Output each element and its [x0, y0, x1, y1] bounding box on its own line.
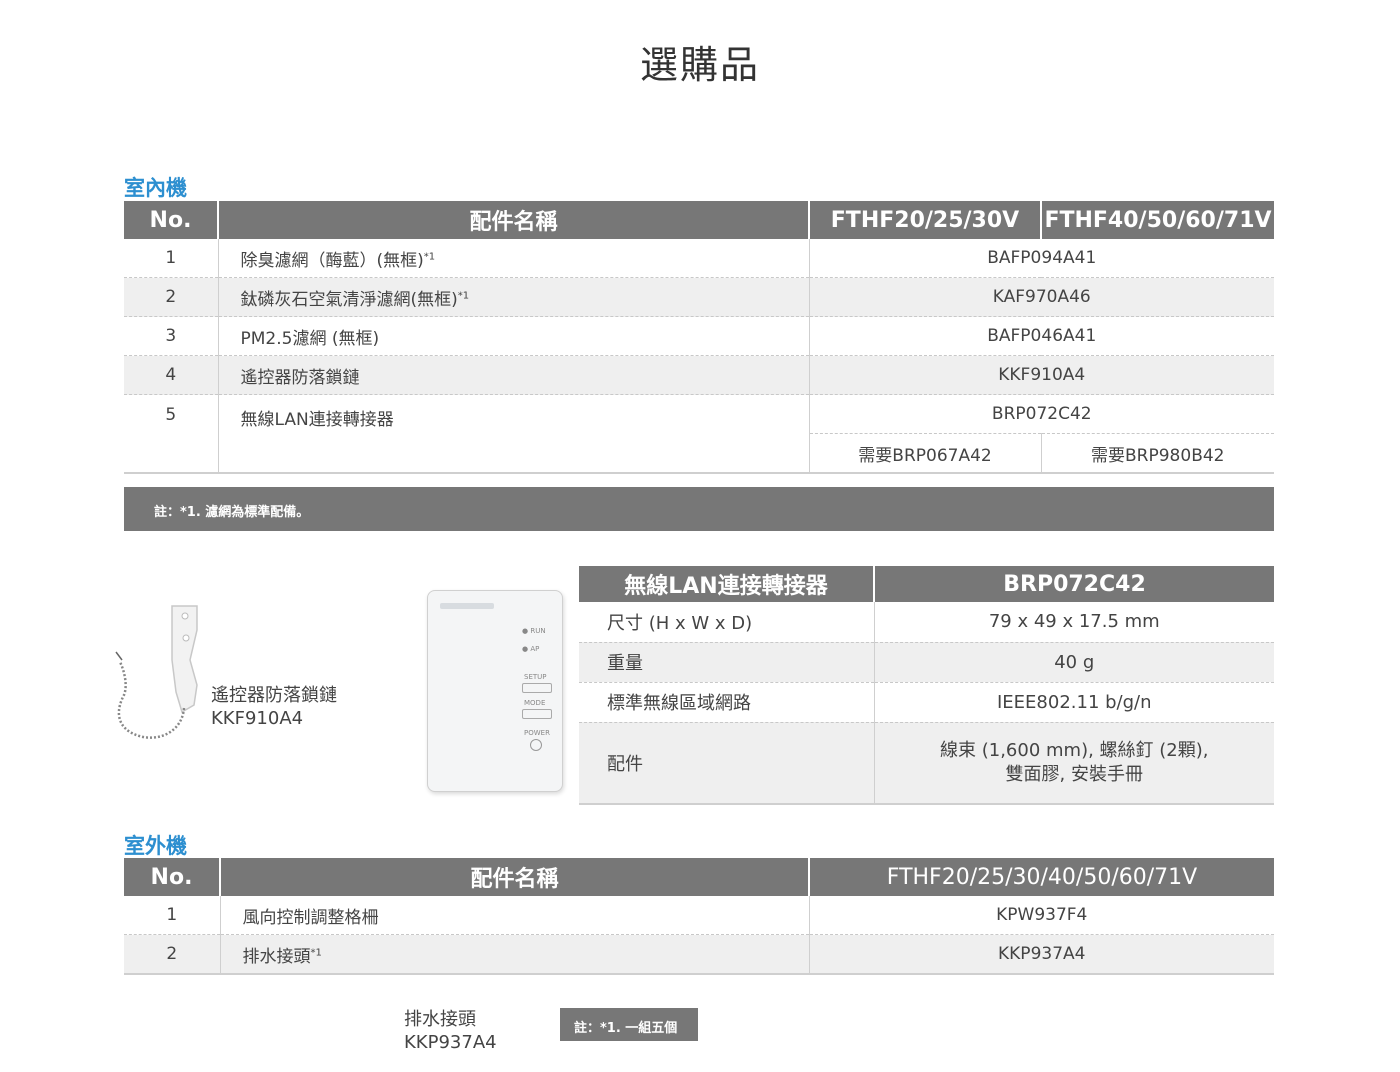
- table-row: 2 排水接頭*1 KKP937A4: [124, 934, 1274, 975]
- row-no: 1: [124, 896, 220, 935]
- row-no: 5: [124, 394, 218, 474]
- indoor-note-text: 註：*1. 濾網為標準配備。: [154, 505, 310, 520]
- brand-logo-icon: [440, 603, 494, 609]
- row-code: KAF970A46: [808, 277, 1274, 317]
- spec-key: 配件: [579, 722, 874, 805]
- row-no: 4: [124, 355, 218, 395]
- spec-value: 79 x 49 x 17.5 mm: [873, 602, 1274, 643]
- row-no: 3: [124, 316, 218, 356]
- spec-value: 線束 (1,600 mm), 螺絲釘 (2顆), 雙面膠, 安裝手冊: [873, 722, 1274, 805]
- setup-label: SETUP: [524, 673, 547, 681]
- outdoor-accessory-table: No. 配件名稱 FTHF20/25/30/40/50/60/71V 1 風向控…: [124, 858, 1274, 975]
- spec-row: 尺寸 (H x W x D) 79 x 49 x 17.5 mm: [579, 602, 1274, 643]
- row-name: 鈦磷灰石空氣清淨濾網(無框)*1: [217, 277, 809, 317]
- footnote-mark: *1: [310, 946, 322, 958]
- ap-label: AP: [530, 645, 540, 653]
- row-name: PM2.5濾網 (無框): [217, 316, 809, 356]
- spec-row: 配件 線束 (1,600 mm), 螺絲釘 (2顆), 雙面膠, 安裝手冊: [579, 722, 1274, 805]
- spec-key: 尺寸 (H x W x D): [579, 602, 874, 643]
- row-no: 1: [124, 239, 218, 278]
- drain-code: KKP937A4: [404, 1032, 497, 1053]
- outdoor-section-title: 室外機: [124, 834, 187, 858]
- chain-code: KKF910A4: [211, 708, 304, 729]
- header-model-large: FTHF40/50/60/71V: [1040, 201, 1274, 239]
- spec-value-line2: 雙面膠, 安裝手冊: [1005, 763, 1143, 785]
- drain-caption: 排水接頭 KKP937A4: [404, 1008, 497, 1054]
- spec-header-model: BRP072C42: [873, 566, 1274, 602]
- indoor-accessory-table: No. 配件名稱 FTHF20/25/30V FTHF40/50/60/71V …: [124, 201, 1274, 474]
- spec-value-line1: 線束 (1,600 mm), 螺絲釘 (2顆),: [940, 739, 1209, 761]
- table-row: 1 除臭濾網（酶藍）(無框)*1 BAFP094A41: [124, 239, 1274, 278]
- row-code: BRP072C42: [808, 394, 1274, 434]
- row-no: 2: [124, 934, 220, 975]
- drain-note-text: 註：*1. 一組五個: [574, 1021, 678, 1036]
- requirement-small: 需要BRP067A42: [808, 433, 1041, 474]
- header-accessory-name: 配件名稱: [217, 201, 809, 239]
- requirement-large: 需要BRP980B42: [1040, 433, 1274, 474]
- outdoor-table-header: No. 配件名稱 FTHF20/25/30/40/50/60/71V: [124, 858, 1274, 896]
- row-code: KKF910A4: [808, 355, 1274, 395]
- header-model-all: FTHF20/25/30/40/50/60/71V: [808, 858, 1274, 896]
- power-label: POWER: [524, 729, 550, 737]
- spec-value: 40 g: [873, 642, 1274, 683]
- spec-key: 重量: [579, 642, 874, 683]
- table-row: 4 遙控器防落鎖鏈 KKF910A4: [124, 355, 1274, 395]
- row-name: 風向控制調整格柵: [219, 896, 809, 935]
- header-model-small: FTHF20/25/30V: [808, 201, 1041, 239]
- row-name-text: 排水接頭: [242, 946, 311, 967]
- footnote-mark: *1: [423, 250, 436, 262]
- row-code: BAFP046A41: [808, 316, 1274, 356]
- spec-key: 標準無線區域網路: [579, 682, 874, 723]
- wireless-adapter-image: ● RUN ● AP SETUP MODE POWER: [427, 590, 563, 792]
- spec-value: IEEE802.11 b/g/n: [873, 682, 1274, 723]
- spec-table-header: 無線LAN連接轉接器 BRP072C42: [579, 566, 1274, 602]
- chain-caption: 遙控器防落鎖鏈 KKF910A4: [211, 684, 337, 730]
- mode-button-icon: [522, 709, 552, 719]
- run-label: RUN: [530, 627, 546, 635]
- table-row: 3 PM2.5濾網 (無框) BAFP046A41: [124, 316, 1274, 356]
- adapter-spec-table: 無線LAN連接轉接器 BRP072C42 尺寸 (H x W x D) 79 x…: [579, 566, 1274, 805]
- table-row: 2 鈦磷灰石空氣清淨濾網(無框)*1 KAF970A46: [124, 277, 1274, 317]
- row-name: 排水接頭*1: [219, 934, 809, 975]
- row-name: 除臭濾網（酶藍）(無框)*1: [217, 239, 809, 278]
- setup-button-icon: [522, 683, 552, 693]
- chain-name: 遙控器防落鎖鏈: [211, 685, 337, 706]
- header-no: No.: [124, 858, 220, 896]
- spec-row: 標準無線區域網路 IEEE802.11 b/g/n: [579, 682, 1274, 723]
- chain-image: [115, 605, 198, 739]
- table-row: 1 風向控制調整格柵 KPW937F4: [124, 896, 1274, 935]
- drain-name: 排水接頭: [404, 1009, 476, 1030]
- row-code: BAFP094A41: [808, 239, 1274, 278]
- page-title: 選購品: [639, 43, 760, 87]
- row-name: 無線LAN連接轉接器: [217, 394, 809, 474]
- spec-row: 重量 40 g: [579, 642, 1274, 683]
- row-name-text: 鈦磷灰石空氣清淨濾網(無框): [240, 289, 458, 310]
- mode-label: MODE: [524, 699, 546, 707]
- row-name-text: 除臭濾網（酶藍）(無框): [240, 250, 424, 271]
- header-accessory-name: 配件名稱: [219, 858, 809, 896]
- footnote-mark: *1: [457, 289, 470, 301]
- row-code: KKP937A4: [808, 934, 1274, 975]
- header-no: No.: [124, 201, 218, 239]
- spec-header-name: 無線LAN連接轉接器: [579, 566, 874, 602]
- row-name: 遙控器防落鎖鏈: [217, 355, 809, 395]
- indoor-section-title: 室內機: [124, 176, 187, 200]
- indoor-table-header: No. 配件名稱 FTHF20/25/30V FTHF40/50/60/71V: [124, 201, 1274, 239]
- power-button-icon: [530, 739, 542, 751]
- indoor-note-bar: 註：*1. 濾網為標準配備。: [124, 487, 1274, 531]
- drain-note-bar: 註：*1. 一組五個: [560, 1008, 698, 1041]
- row-code: KPW937F4: [808, 896, 1274, 935]
- table-row: 5 無線LAN連接轉接器 BRP072C42: [124, 394, 1274, 474]
- row-no: 2: [124, 277, 218, 317]
